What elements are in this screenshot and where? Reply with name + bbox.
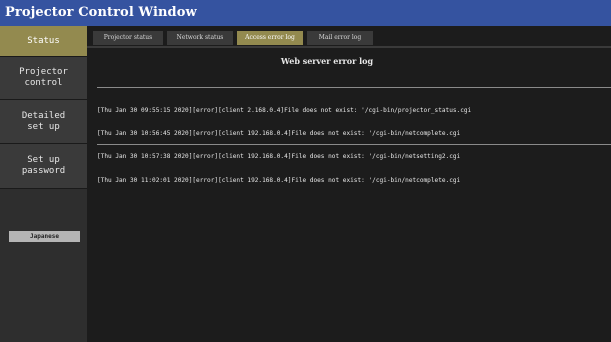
sidebar-item-detailed-set-up[interactable]: Detailed set up	[0, 100, 87, 144]
projector-control-window: Projector Control Window Status Projecto…	[0, 0, 611, 342]
sidebar-item-projector-control[interactable]: Projector control	[0, 57, 87, 100]
language-button-japanese[interactable]: Japanese	[9, 231, 80, 242]
tab-network-status[interactable]: Network status	[167, 31, 233, 45]
log-heading: Web server error log	[280, 56, 374, 66]
tab-bar: Projector status Network status Access e…	[87, 26, 611, 48]
sidebar-item-set-up-password[interactable]: Set up password	[0, 144, 87, 189]
sidebar-item-status[interactable]: Status	[0, 26, 87, 57]
log-line: [Thu Jan 30 09:55:15 2020][error][client…	[97, 106, 472, 114]
log-panel: Web server error log [Thu Jan 30 09:55:1…	[87, 48, 611, 342]
tab-mail-error-log[interactable]: Mail error log	[307, 31, 373, 45]
divider-top	[97, 87, 611, 88]
divider-bottom	[97, 144, 611, 145]
window-title: Projector Control Window	[0, 0, 611, 26]
log-content: [Thu Jan 30 09:55:15 2020][error][client…	[97, 91, 607, 200]
log-line: [Thu Jan 30 11:02:01 2020][error][client…	[97, 176, 461, 184]
tab-projector-status[interactable]: Projector status	[93, 31, 163, 45]
sidebar: Status Projector control Detailed set up…	[0, 26, 87, 342]
log-line: [Thu Jan 30 10:57:38 2020][error][client…	[97, 153, 461, 161]
tab-access-error-log[interactable]: Access error log	[237, 31, 303, 45]
log-line: [Thu Jan 30 10:56:45 2020][error][client…	[97, 129, 461, 137]
